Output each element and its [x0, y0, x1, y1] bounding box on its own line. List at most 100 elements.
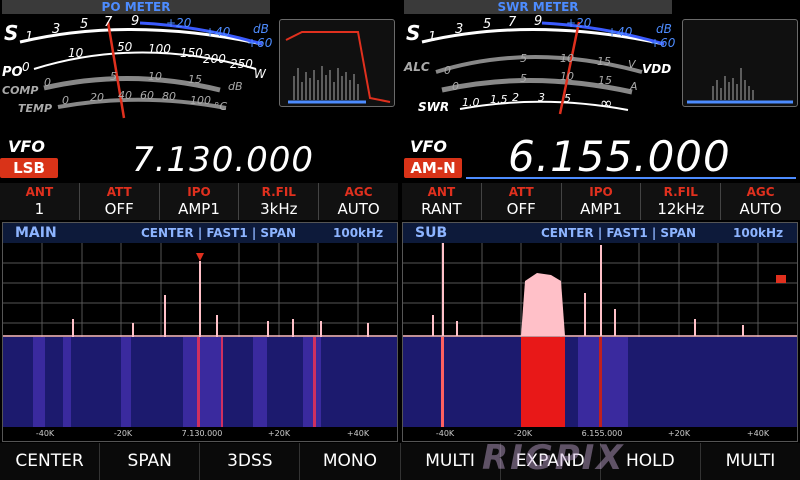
swr-tick: 2: [512, 91, 519, 104]
alc-label: ALC: [404, 60, 430, 74]
softkey-multi[interactable]: MULTI: [401, 443, 501, 480]
swr-s-tick: +40: [607, 25, 633, 39]
main-scope-span: 100kHz: [333, 226, 384, 240]
temp-tick: 20: [90, 91, 104, 104]
po-s-tick: +40: [205, 25, 231, 39]
comp-label: COMP: [2, 84, 39, 97]
param-label: R.FIL: [261, 185, 296, 199]
main-scope-name: MAIN: [15, 225, 57, 241]
po-tick: 50: [117, 40, 133, 54]
sub-param-ant[interactable]: ANT RANT: [402, 183, 482, 220]
swr-tick: 1.5: [490, 93, 508, 106]
swr-s-tick: 3: [455, 22, 464, 37]
po-unit: W: [254, 67, 266, 81]
main-spectrum-waterfall: [3, 243, 397, 427]
param-value: RANT: [421, 200, 462, 218]
param-label: ATT: [106, 185, 132, 199]
amp-tick: 15: [598, 74, 612, 87]
param-value: AUTO: [337, 200, 380, 218]
main-param-agc[interactable]: AGC AUTO: [319, 183, 398, 220]
comp-tick: 0: [44, 76, 51, 89]
softkey-span[interactable]: SPAN: [100, 443, 201, 480]
main-param-att[interactable]: ATT OFF: [80, 183, 160, 220]
comp-tick: 15: [188, 73, 202, 86]
po-tick: 10: [68, 46, 84, 60]
temp-tick: 80: [162, 90, 176, 103]
po-tick: 100: [148, 42, 171, 56]
param-value: AUTO: [739, 200, 782, 218]
softkey-hold[interactable]: HOLD: [601, 443, 701, 480]
po-tick: 200: [203, 52, 226, 66]
axis-tick: -20K: [513, 429, 533, 438]
po-tick: 0: [22, 60, 30, 74]
param-value: OFF: [506, 200, 536, 218]
vdd-tick: 0: [444, 64, 451, 77]
swr-s-tick: +20: [566, 16, 592, 30]
sub-param-ipo[interactable]: IPO AMP1: [562, 183, 642, 220]
param-value: 12kHz: [657, 200, 705, 218]
sub-scope-info: CENTER | FAST1 | SPAN: [541, 226, 697, 240]
po-meter-title: PO METER: [2, 0, 270, 14]
amp-tick: 5: [520, 72, 527, 85]
po-s-tick: 9: [131, 14, 140, 29]
swr-s-tick: 5: [483, 17, 492, 32]
swr-s-label: S: [406, 21, 421, 45]
param-label: R.FIL: [663, 185, 698, 199]
swr-s-unit: dB: [656, 22, 672, 36]
swr-tick: 1.0: [462, 96, 480, 109]
vdd-tick: 10: [560, 52, 574, 65]
param-label: ANT: [427, 185, 456, 199]
sub-scope[interactable]: SUB CENTER | FAST1 | SPAN 100kHz -40K -2…: [402, 222, 798, 442]
main-scope[interactable]: MAIN CENTER | FAST1 | SPAN 100kHz -40K -…: [2, 222, 398, 442]
main-param-ipo[interactable]: IPO AMP1: [160, 183, 240, 220]
sub-param-rfil[interactable]: R.FIL 12kHz: [641, 183, 722, 220]
softkey-expand[interactable]: EXPAND: [501, 443, 601, 480]
main-param-bar: ANT 1 ATT OFF IPO AMP1 R.FIL 3kHz AGC AUTO: [0, 183, 398, 220]
sub-param-bar: ANT RANT ATT OFF IPO AMP1 R.FIL 12kHz AGC AUT…: [402, 183, 800, 220]
main-scope-header: MAIN CENTER | FAST1 | SPAN 100kHz: [3, 223, 397, 243]
softkey-bar: CENTER SPAN 3DSS MONO MULTI EXPAND HOLD …: [0, 443, 800, 480]
swr-label: SWR: [418, 100, 450, 114]
sub-scope-header: SUB CENTER | FAST1 | SPAN 100kHz: [403, 223, 797, 243]
po-s-tick: +20: [166, 16, 192, 30]
sub-mini-spectrum: [687, 68, 793, 104]
softkey-mono[interactable]: MONO: [300, 443, 401, 480]
swr-s-tick: 7: [508, 15, 517, 30]
po-s-label: S: [4, 21, 19, 45]
temp-tick: 0: [62, 94, 69, 107]
main-param-ant[interactable]: ANT 1: [0, 183, 80, 220]
sub-scope-axis: -40K -20K 6.155.000 +20K +40K: [403, 427, 797, 441]
sub-mode-badge[interactable]: AM-N: [404, 158, 462, 178]
swr-s-tick: 9: [534, 14, 543, 29]
axis-tick: +20K: [667, 429, 691, 438]
comp-unit: dB: [228, 80, 243, 93]
swr-meter-title: SWR METER: [404, 0, 672, 14]
main-scope-info: CENTER | FAST1 | SPAN: [141, 226, 297, 240]
softkey-multi-2[interactable]: MULTI: [701, 443, 800, 480]
temp-tick: 60: [140, 89, 154, 102]
vdd-tick: 15: [597, 55, 611, 68]
main-frequency[interactable]: 7.130.000: [132, 140, 314, 180]
param-value: 3kHz: [260, 200, 298, 218]
swr-tick: 3: [538, 91, 545, 104]
axis-tick: -40K: [35, 429, 55, 438]
filter-shape-graph: [285, 31, 391, 104]
comp-tick: 5: [110, 70, 117, 83]
axis-tick: 6.155.000: [581, 429, 623, 438]
softkey-center[interactable]: CENTER: [0, 443, 101, 480]
sub-frequency[interactable]: 6.155.000: [508, 132, 731, 181]
axis-tick: -40K: [435, 429, 455, 438]
swr-tick: ∞: [600, 94, 613, 112]
param-label: IPO: [589, 185, 613, 199]
sub-param-att[interactable]: ATT OFF: [482, 183, 562, 220]
param-label: AGC: [746, 185, 775, 199]
main-vfo-label: VFO: [8, 137, 45, 156]
main-param-rfil[interactable]: R.FIL 3kHz: [239, 183, 320, 220]
param-label: ANT: [25, 185, 54, 199]
temp-tick: 100: [190, 94, 211, 107]
param-label: ATT: [508, 185, 534, 199]
po-tick: 250: [230, 57, 253, 71]
sub-param-agc[interactable]: AGC AUTO: [721, 183, 800, 220]
main-mode-badge[interactable]: LSB: [0, 158, 58, 178]
softkey-3dss[interactable]: 3DSS: [200, 443, 301, 480]
